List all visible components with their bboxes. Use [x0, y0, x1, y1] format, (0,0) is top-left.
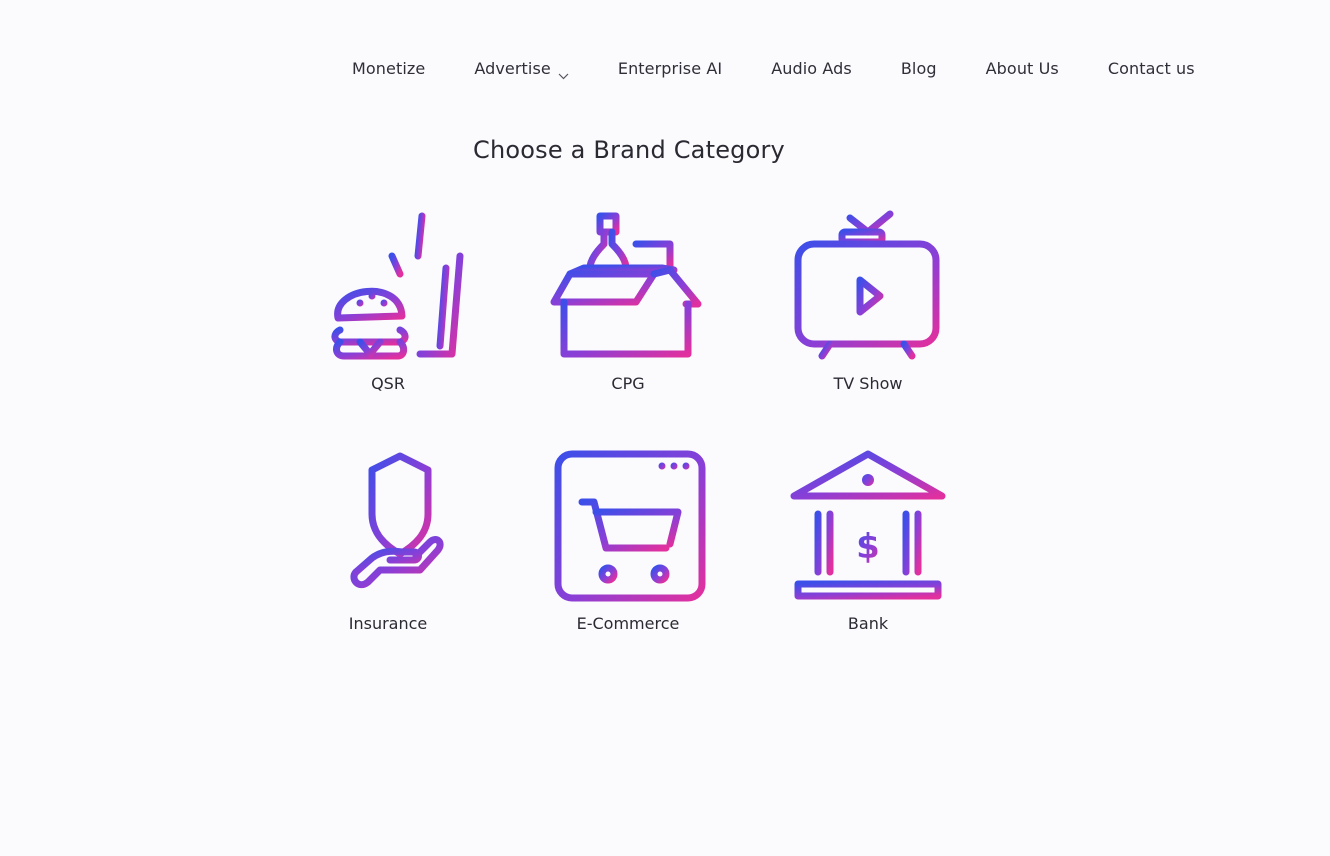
nav-item-label: Blog	[900, 58, 937, 78]
category-card-tv-show[interactable]: TV Show	[778, 208, 958, 400]
category-label: CPG	[611, 374, 645, 393]
chevron-down-icon	[558, 65, 569, 79]
category-label: QSR	[371, 374, 405, 393]
category-card-bank[interactable]: $ Bank	[778, 448, 958, 640]
main-nav: Monetize Advertise Enterprise AI Audio A…	[352, 56, 1195, 80]
nav-item-label: About Us	[985, 58, 1059, 78]
nav-item-monetize[interactable]: Monetize	[352, 59, 425, 78]
package-box-icon	[550, 212, 702, 358]
nav-item-about-us[interactable]: About Us	[986, 59, 1059, 78]
burger-and-drink-icon	[331, 212, 466, 360]
nav-item-label: Advertise	[474, 58, 551, 78]
category-grid: QSR CPG TV Show Insurance E-Commerce $ B…	[298, 208, 1018, 640]
svg-text:$: $	[856, 527, 880, 567]
bank-building-icon: $	[790, 450, 946, 600]
tv-play-icon	[794, 210, 940, 360]
shield-hand-icon	[350, 452, 444, 589]
nav-item-label: Enterprise AI	[617, 58, 723, 78]
category-label: E-Commerce	[576, 614, 680, 633]
nav-item-enterprise-ai[interactable]: Enterprise AI	[618, 59, 722, 78]
category-label: Bank	[847, 614, 889, 633]
category-card-cpg[interactable]: CPG	[538, 208, 718, 400]
nav-item-label: Monetize	[352, 58, 426, 78]
nav-item-advertise[interactable]: Advertise	[474, 58, 569, 79]
category-card-qsr[interactable]: QSR	[298, 208, 478, 400]
page-title: Choose a Brand Category	[473, 136, 785, 164]
nav-item-label: Contact us	[1107, 58, 1195, 78]
nav-item-blog[interactable]: Blog	[901, 59, 937, 78]
browser-cart-icon	[554, 450, 706, 602]
category-label: TV Show	[833, 374, 903, 393]
nav-item-label: Audio Ads	[771, 58, 852, 78]
nav-item-audio-ads[interactable]: Audio Ads	[771, 59, 852, 78]
category-card-insurance[interactable]: Insurance	[298, 448, 478, 640]
nav-item-contact-us[interactable]: Contact us	[1108, 59, 1195, 78]
category-label: Insurance	[348, 614, 428, 633]
soundwave-logo-icon[interactable]	[140, 50, 178, 82]
category-card-e-commerce[interactable]: E-Commerce	[538, 448, 718, 640]
